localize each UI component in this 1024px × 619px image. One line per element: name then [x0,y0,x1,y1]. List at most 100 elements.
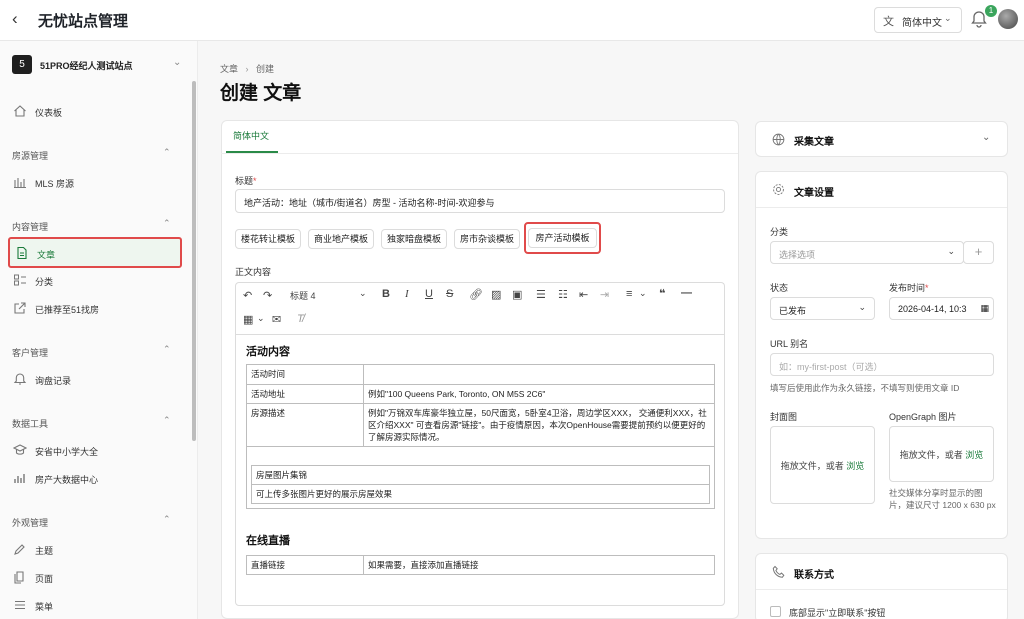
sidebar-item-label: 房产大数据中心 [35,475,99,485]
section-heading: 活动内容 [246,346,290,358]
template-button-exclusive[interactable]: 独家暗盘模板 [381,229,447,249]
title-input[interactable]: 地产活动：地址（城市/街道名）房型 - 活动名称-时间-欢迎参与 [235,189,725,213]
italic-icon[interactable]: I [405,288,409,300]
table-cell[interactable]: 活动时间 [246,364,364,385]
undo-icon[interactable]: ↶ [243,289,252,302]
chevron-up-icon[interactable]: ⌃ [163,147,171,158]
template-button-event[interactable]: 房产活动模板 [528,228,597,248]
chevron-down-icon[interactable]: ⌄ [639,288,647,299]
chevron-down-icon[interactable]: ⌄ [982,132,990,143]
outdent-icon[interactable]: ⇤ [579,288,588,301]
category-select[interactable]: 选择选项 ⌄ [770,241,964,264]
table-cell[interactable]: 房屋图片集锦 [251,465,710,485]
top-bar: ‹ 无忧站点管理 文 简体中文 ⌄ 1 [0,0,1024,41]
sidebar-item-mls[interactable]: MLS 房源 [8,169,182,197]
pages-icon [14,571,24,584]
table-cell[interactable]: 房源描述 [246,403,364,447]
table-row: 可上传多张图片更好的展示房屋效果 [251,484,710,504]
template-button-market-talk[interactable]: 房市杂谈模板 [454,229,520,249]
template-button-presale[interactable]: 楼花转让模板 [235,229,301,249]
chevron-down-icon[interactable]: ⌄ [359,288,367,299]
sidebar-item-dashboard[interactable]: 仪表板 [8,98,182,126]
numbered-list-icon[interactable]: ☷ [558,288,568,301]
add-category-button[interactable]: + [963,241,994,264]
sidebar-item-label: 安省中小学大全 [35,447,99,457]
sidebar-item-label: 页面 [35,574,54,584]
chevron-down-icon[interactable]: ⌄ [257,313,265,324]
contact-card: 联系方式 底部显示"立即联系"按钮 [755,553,1008,619]
template-button-commercial[interactable]: 商业地产模板 [308,229,374,249]
table-cell[interactable]: 如果需要，直接添加直播链接 [363,555,715,575]
redo-icon[interactable]: ↷ [263,289,272,302]
slug-hint: 填写后使用此作为永久链接，不填写则使用文章 ID [770,383,960,393]
category-placeholder: 选择选项 [779,250,816,260]
og-dropzone[interactable]: 拖放文件，或者 浏览 [889,426,994,482]
sidebar-scrollbar[interactable] [192,81,196,441]
chevron-up-icon[interactable]: ⌃ [163,514,171,525]
chevron-down-icon[interactable]: ⌄ [173,57,181,68]
table-row: 活动时间 [246,364,715,385]
strikethrough-icon[interactable]: S [446,288,453,300]
category-icon [14,274,26,286]
chevron-down-icon: ⌄ [858,302,866,312]
sidebar-item-bigdata[interactable]: 房产大数据中心 [8,465,182,493]
section-appearance: 外观管理 [12,518,49,528]
embed-icon[interactable]: ✉ [272,313,281,326]
status-select[interactable]: 已发布 ⌄ [770,297,875,320]
chevron-up-icon[interactable]: ⌃ [163,218,171,229]
og-label: OpenGraph 图片 [889,412,957,422]
collect-card[interactable]: 采集文章 ⌄ [755,121,1008,157]
browse-link[interactable]: 浏览 [846,461,864,471]
table-cell[interactable]: 直播链接 [246,555,364,575]
table-cell[interactable]: 例如"100 Queens Park, Toronto, ON M5S 2C6" [363,384,715,404]
table-cell[interactable]: 例如"万锦双车库豪华独立屋，50尺面宽，5卧室4卫浴，周边学区XXX， 交通便利… [363,403,715,447]
image-icon[interactable]: ▨ [491,288,501,301]
align-icon[interactable]: ≡ [626,288,632,300]
sidebar-item-pages[interactable]: 页面 [8,564,182,592]
avatar[interactable] [998,9,1018,29]
language-label: 简体中文 [902,18,942,29]
sidebar-item-label: 文章 [37,250,56,260]
publish-datetime-input[interactable]: 2026-04-14, 10:3 ▦ [889,297,994,320]
sidebar-item-articles[interactable]: 文章 [8,237,182,268]
language-select[interactable]: 文 简体中文 ⌄ [874,7,962,33]
table-cell[interactable]: 可上传多张图片更好的展示房屋效果 [251,484,710,504]
breadcrumb-parent[interactable]: 文章 [220,64,238,74]
bell-ring-icon [13,373,27,385]
chevron-up-icon[interactable]: ⌃ [163,344,171,355]
bold-icon[interactable]: B [382,288,390,300]
sidebar-item-categories[interactable]: 分类 [8,267,182,295]
editor-content[interactable]: 活动内容 活动时间 活动地址 例如"100 Queens Park, Toront… [235,334,725,606]
table-cell[interactable]: 活动地址 [246,384,364,404]
sidebar-item-themes[interactable]: 主题 [8,536,182,564]
section-customers: 客户管理 [12,348,49,358]
back-icon[interactable]: ‹ [12,10,28,27]
collect-title: 采集文章 [794,137,834,148]
slug-input[interactable]: 如：my-first-post（可选） [770,353,994,376]
link-icon[interactable]: 🔗︎ [469,288,483,301]
status-value: 已发布 [779,306,807,316]
external-link-icon [14,302,26,314]
sidebar-item-schools[interactable]: 安省中小学大全 [8,437,182,465]
table-cell[interactable] [363,364,715,385]
contact-checkbox[interactable] [770,606,781,617]
chevron-up-icon[interactable]: ⌃ [163,415,171,426]
horizontal-rule-icon[interactable]: — [681,287,692,299]
bullet-list-icon[interactable]: ☰ [536,288,546,301]
sidebar-item-recommended[interactable]: 已推荐至51找房 [8,295,182,323]
tab-language-zh[interactable]: 简体中文 [233,129,269,142]
quote-icon[interactable]: ❝ [659,287,665,300]
contact-option-label: 底部显示"立即联系"按钮 [789,608,886,618]
clear-format-icon[interactable]: T̸ [297,313,304,325]
indent-icon[interactable]: ⇥ [600,288,609,301]
browse-link[interactable]: 浏览 [965,450,983,460]
table-icon[interactable]: ▦ [243,313,253,326]
sidebar-item-menus[interactable]: 菜单 [8,592,182,619]
calendar-icon[interactable]: ▦ [980,303,989,314]
video-icon[interactable]: ▣ [512,288,522,301]
heading-select[interactable]: 标题 4 [290,289,316,302]
underline-icon[interactable]: U [425,288,433,300]
settings-title: 文章设置 [794,188,834,199]
cover-dropzone[interactable]: 拖放文件，或者 浏览 [770,426,875,504]
sidebar-item-inquiries[interactable]: 询盘记录 [8,366,182,394]
